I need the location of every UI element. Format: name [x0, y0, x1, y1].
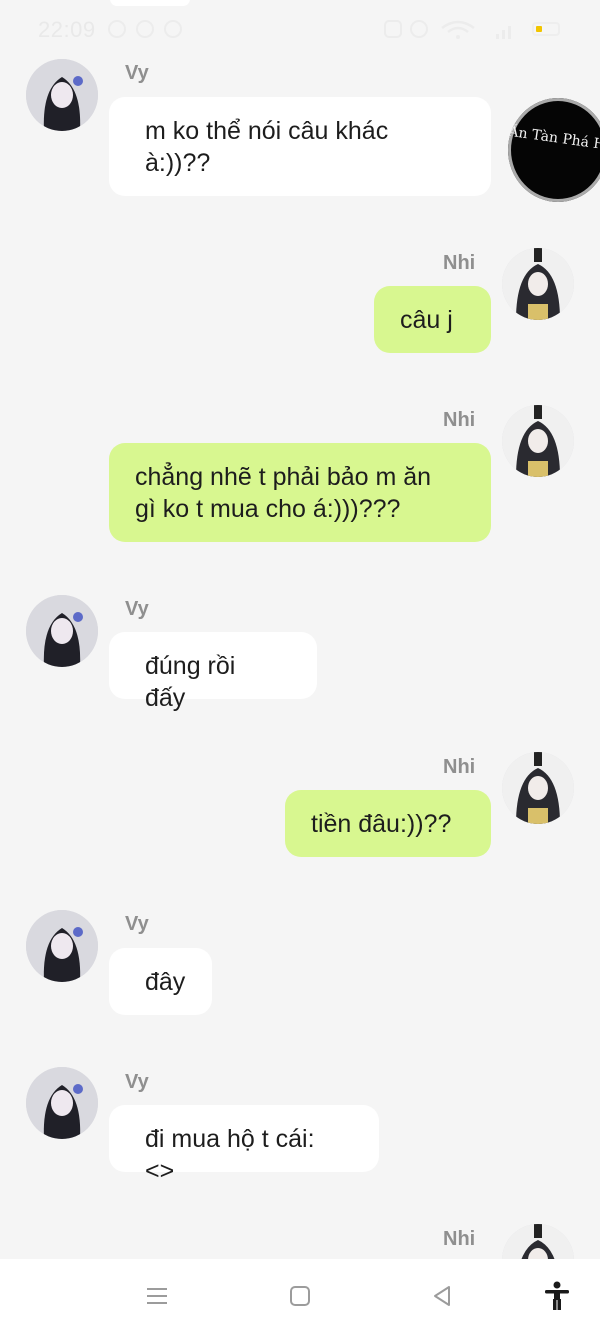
message-text-line: gì ko t mua cho á:)))???	[135, 495, 401, 523]
recent-apps-button[interactable]	[134, 1273, 180, 1319]
avatar-nhi[interactable]	[502, 405, 574, 477]
headphones-icon	[384, 20, 402, 38]
sender-name: Vy	[125, 598, 149, 620]
message-text-line: m ko thể nói câu khác	[145, 117, 389, 145]
avatar-vy[interactable]	[26, 910, 98, 982]
home-button[interactable]	[277, 1273, 323, 1319]
avatar-vy[interactable]	[26, 59, 98, 131]
accessibility-icon	[545, 1281, 569, 1310]
home-square-icon	[290, 1286, 310, 1306]
message-text-line: đây	[145, 968, 186, 996]
notification-icon	[108, 20, 126, 38]
message-bubble[interactable]: tiền đâu:))??	[285, 790, 491, 857]
back-button[interactable]	[419, 1273, 465, 1319]
wifi-icon	[441, 20, 475, 39]
message-bubble[interactable]: đây	[109, 948, 212, 1015]
pinterest-icon	[136, 20, 154, 38]
avatar-nhi[interactable]	[502, 752, 574, 824]
menu-icon	[147, 1288, 167, 1304]
alarm-icon	[410, 20, 428, 38]
notification-pill	[110, 0, 190, 6]
avatar-vy[interactable]	[26, 1067, 98, 1139]
floating-chat-head[interactable]: Ăn Tàn Phá Hại	[508, 98, 600, 202]
message-bubble[interactable]: chẳng nhẽ t phải bảo m ăn gì ko t mua ch…	[109, 443, 491, 542]
sender-name: Nhi	[443, 756, 476, 778]
sender-name: Nhi	[443, 1228, 476, 1250]
sender-name: Vy	[125, 62, 149, 84]
status-time: 22:09	[38, 17, 96, 42]
sender-name: Nhi	[443, 409, 476, 431]
signal-icon	[496, 26, 511, 39]
avatar-nhi[interactable]	[502, 248, 574, 320]
status-bar: 22:09	[0, 0, 600, 58]
message-text-line: à:))??	[145, 149, 211, 177]
avatar-vy[interactable]	[26, 595, 98, 667]
message-bubble[interactable]: câu j	[374, 286, 491, 353]
sender-name: Vy	[125, 913, 149, 935]
message-text-line: câu j	[400, 306, 453, 334]
message-text-line: đúng rồi đấy	[145, 652, 236, 712]
accessibility-button[interactable]	[534, 1273, 580, 1319]
sender-name: Nhi	[443, 252, 476, 274]
battery-icon	[532, 22, 560, 36]
system-nav-bar	[0, 1259, 600, 1333]
message-text-line: chẳng nhẽ t phải bảo m ăn	[135, 463, 432, 491]
message-text-line: đi mua hộ t cái:<>	[145, 1125, 315, 1185]
back-triangle-icon	[434, 1286, 450, 1306]
message-text-line: tiền đâu:))??	[311, 810, 452, 838]
messenger-icon	[164, 20, 182, 38]
sender-name: Vy	[125, 1071, 149, 1093]
message-bubble[interactable]: đi mua hộ t cái:<>	[109, 1105, 379, 1185]
message-bubble[interactable]: đúng rồi đấy	[109, 632, 317, 712]
message-bubble[interactable]: m ko thể nói câu khác à:))??	[109, 97, 491, 196]
